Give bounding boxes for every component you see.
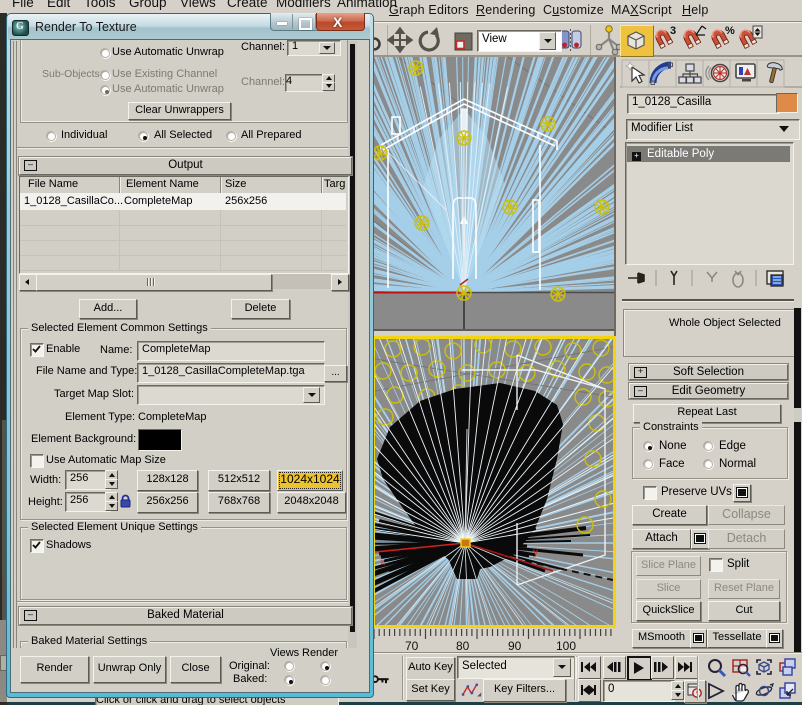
svg-text:70: 70	[405, 639, 419, 653]
svg-text:80: 80	[456, 639, 470, 653]
svg-text:y: y	[533, 547, 538, 558]
svg-text:%: %	[725, 25, 735, 37]
svg-text:3: 3	[670, 25, 676, 37]
svg-text:90: 90	[508, 639, 522, 653]
svg-text:100: 100	[556, 639, 576, 653]
svg-text:x: x	[380, 557, 385, 568]
